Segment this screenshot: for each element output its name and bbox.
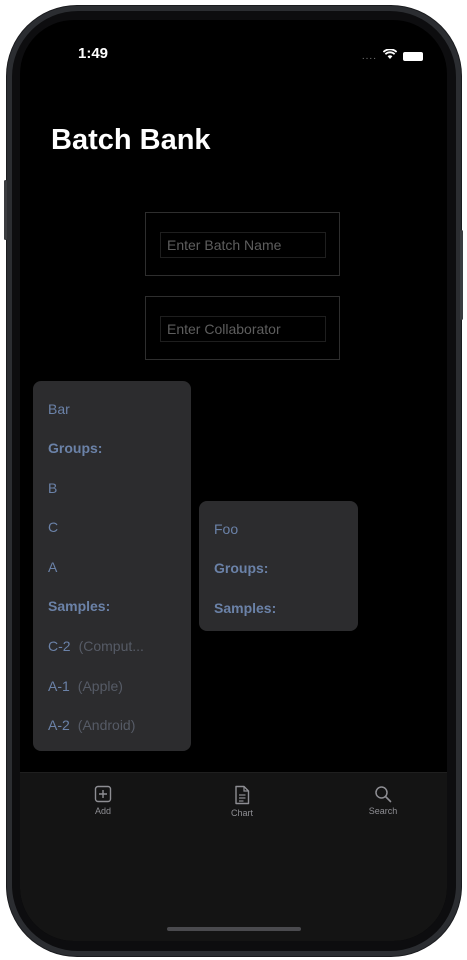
batch-card-bar[interactable]: Bar Groups: B C A Samples: C-2 (Comput...… xyxy=(33,381,191,751)
sample-id: C-2 xyxy=(48,638,71,654)
sample-detail: (Apple) xyxy=(77,678,123,694)
app-screen: 1:49 .... Batch Bank Bar Groups: B C A S… xyxy=(20,20,447,941)
groups-label: Groups: xyxy=(214,560,269,576)
tab-bar: Add Chart Search xyxy=(20,772,447,941)
wifi-icon xyxy=(382,47,398,65)
batch-name: Bar xyxy=(48,401,70,417)
groups-label: Groups: xyxy=(48,440,103,456)
document-icon xyxy=(207,785,277,805)
tab-add-label: Add xyxy=(94,806,111,816)
magnifier-icon xyxy=(348,785,418,803)
batch-name: Foo xyxy=(214,521,239,537)
sample-id: A-1 xyxy=(48,678,70,694)
batch-card-foo[interactable]: Foo Groups: Samples: xyxy=(199,501,358,631)
tab-search-label: Search xyxy=(368,806,398,816)
tab-add[interactable]: Add xyxy=(68,785,138,816)
tab-search[interactable]: Search xyxy=(348,785,418,816)
page-title: Batch Bank xyxy=(51,124,211,156)
collaborator-field-container xyxy=(145,296,340,360)
sample-detail: (Comput... xyxy=(78,638,144,654)
sample-item: C-2 (Comput... xyxy=(48,638,144,654)
samples-label: Samples: xyxy=(48,598,111,614)
sample-detail: (Android) xyxy=(77,717,136,733)
side-button-right xyxy=(460,230,463,320)
signal-indicator: .... xyxy=(361,50,377,62)
side-button-left xyxy=(4,180,7,240)
home-indicator[interactable] xyxy=(167,927,301,931)
sample-id: A-2 xyxy=(48,717,70,733)
group-item: B xyxy=(48,480,58,496)
group-item: C xyxy=(48,519,59,535)
group-item: A xyxy=(48,559,58,575)
tab-chart[interactable]: Chart xyxy=(207,785,277,818)
batch-name-field-container xyxy=(145,212,340,276)
battery-icon xyxy=(403,51,423,61)
tab-chart-label: Chart xyxy=(230,808,253,818)
collaborator-input[interactable] xyxy=(160,316,326,342)
plus-square-icon xyxy=(68,785,138,803)
sample-item: A-1 (Apple) xyxy=(48,678,123,694)
batch-name-input[interactable] xyxy=(160,232,326,258)
sample-item: A-2 (Android) xyxy=(48,717,135,733)
samples-label: Samples: xyxy=(214,600,277,616)
status-indicators: .... xyxy=(362,47,423,65)
status-time: 1:49 xyxy=(78,45,109,62)
